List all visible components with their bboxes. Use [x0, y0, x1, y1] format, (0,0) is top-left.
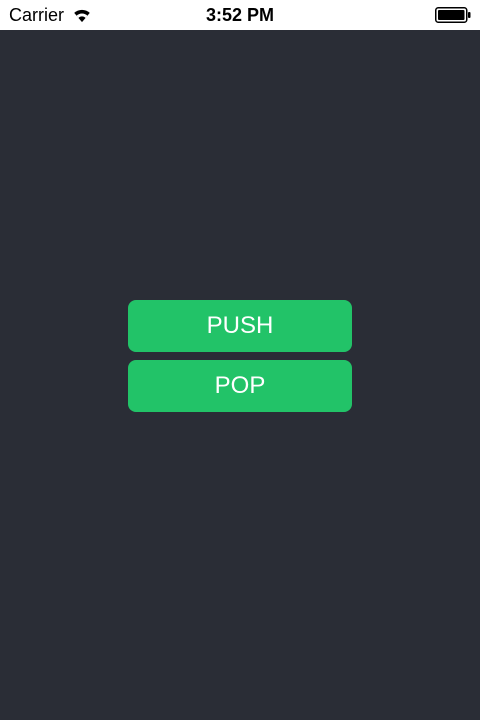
- main-content: PUSH POP: [0, 30, 480, 720]
- battery-full-icon: [435, 7, 471, 23]
- status-time: 3:52 PM: [205, 5, 275, 25]
- push-button[interactable]: PUSH: [128, 300, 352, 352]
- pop-button[interactable]: POP: [128, 360, 352, 412]
- status-bar: Carrier 3:52 PM: [0, 0, 480, 30]
